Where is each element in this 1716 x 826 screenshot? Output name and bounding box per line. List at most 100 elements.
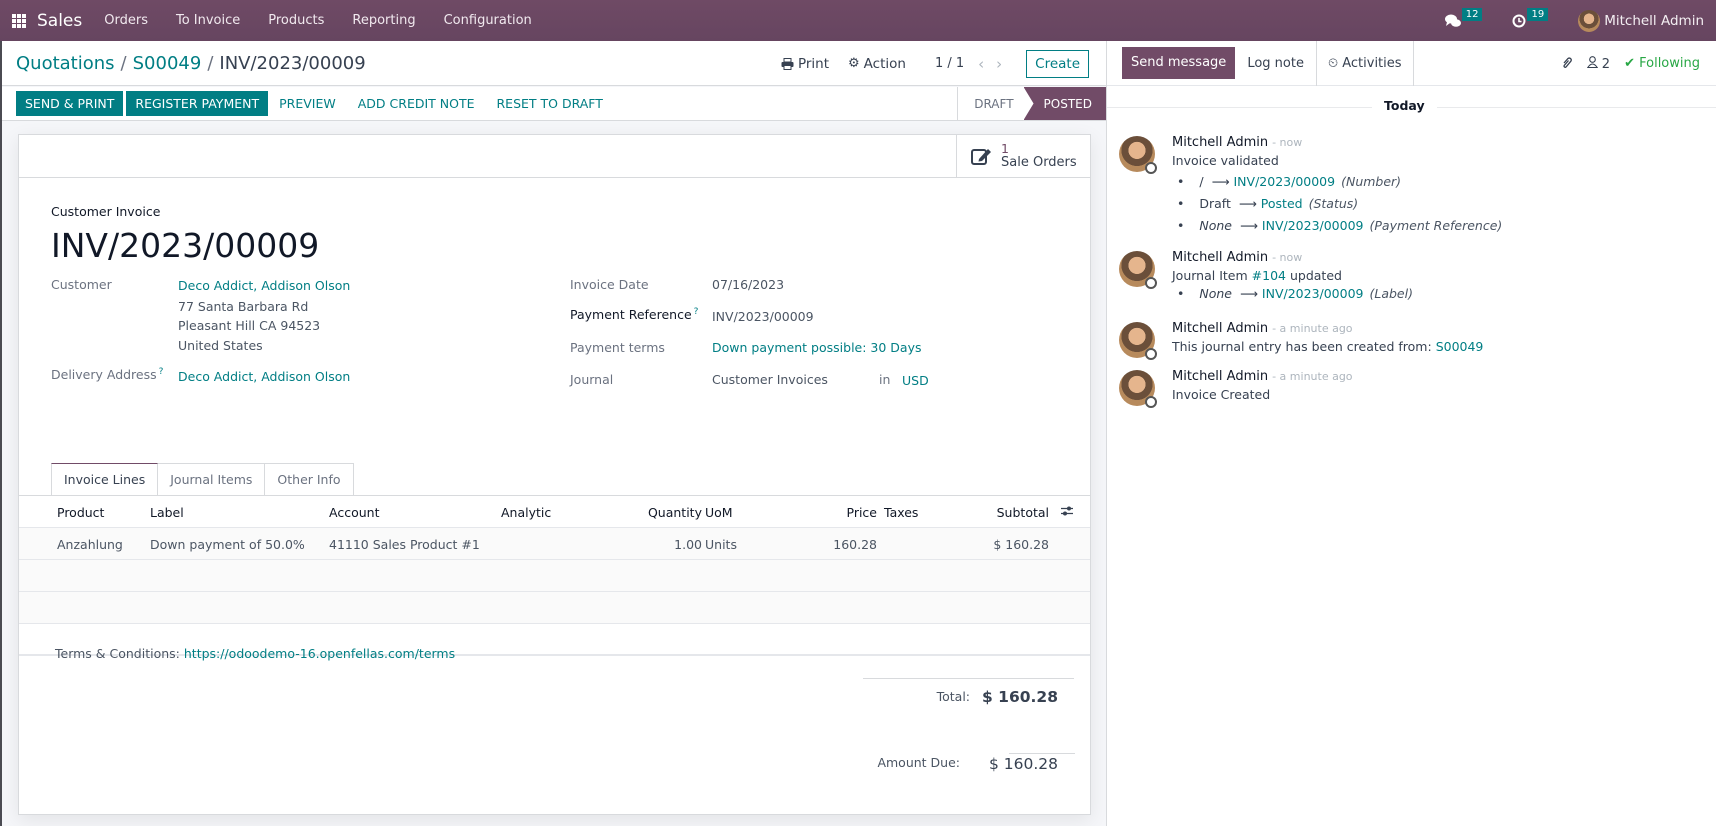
printer-icon — [781, 57, 794, 70]
help-tooltip-icon[interactable]: ? — [694, 307, 699, 317]
reset-to-draft-button[interactable]: RESET TO DRAFT — [485, 91, 613, 116]
pager-next-icon[interactable]: › — [996, 55, 1002, 73]
menu-configuration[interactable]: Configuration — [444, 13, 532, 28]
message-author[interactable]: Mitchell Admin — [1172, 135, 1268, 150]
col-uom[interactable]: UoM — [705, 505, 733, 520]
chat-bubbles-icon — [1444, 14, 1461, 27]
log-note-button[interactable]: Log note — [1235, 41, 1316, 86]
stage-posted[interactable]: POSTED — [1023, 87, 1106, 120]
send-print-button[interactable]: SEND & PRINT — [16, 91, 124, 116]
apps-grid-icon[interactable] — [12, 13, 26, 28]
message-text: Invoice validated — [1172, 153, 1279, 168]
action-label: Action — [863, 55, 906, 72]
activities-menu[interactable]: 19 — [1512, 8, 1549, 28]
arrow-right-icon: ⟶ — [1239, 286, 1258, 301]
menu-reporting[interactable]: Reporting — [352, 13, 415, 28]
print-label: Print — [797, 55, 830, 72]
col-quantity[interactable]: Quantity — [648, 505, 702, 520]
col-account[interactable]: Account — [329, 505, 379, 520]
message-date: - now — [1272, 251, 1303, 264]
tracking-item: Draft ⟶Posted (Status) — [1177, 193, 1502, 215]
author-avatar[interactable] — [1119, 370, 1157, 408]
menu-orders[interactable]: Orders — [104, 13, 148, 28]
menu-products[interactable]: Products — [268, 13, 324, 28]
tracking-item: None ⟶INV/2023/00009 (Label) — [1177, 283, 1413, 305]
pager-value[interactable]: 1 / 1 — [935, 56, 964, 71]
tracking-field-name: (Status) — [1308, 196, 1359, 211]
create-button[interactable]: Create — [1026, 49, 1089, 78]
clock-icon — [1512, 14, 1526, 27]
customer-field[interactable]: Deco Addict, Addison Olson — [178, 278, 350, 293]
following-button[interactable]: ✔ Following — [1624, 56, 1700, 71]
delivery-address-field[interactable]: Deco Addict, Addison Olson — [178, 369, 350, 384]
send-message-button[interactable]: Send message — [1122, 47, 1236, 79]
tracking-new-value: INV/2023/00009 — [1261, 286, 1364, 301]
pager-previous-icon[interactable]: ‹ — [978, 55, 984, 73]
invoice-sheet: 1 Sale Orders Customer Invoice INV/2023/… — [18, 134, 1091, 815]
col-product[interactable]: Product — [57, 505, 104, 520]
action-button[interactable]: ⚙ Action — [848, 56, 906, 72]
tab-invoice-lines[interactable]: Invoice Lines — [51, 463, 159, 497]
breadcrumb-separator: / — [207, 52, 214, 74]
author-avatar[interactable] — [1119, 251, 1157, 289]
col-analytic[interactable]: Analytic — [501, 505, 551, 520]
help-tooltip-icon[interactable]: ? — [159, 367, 164, 377]
gear-icon: ⚙ — [848, 56, 860, 71]
tab-journal-items[interactable]: Journal Items — [158, 463, 266, 496]
col-taxes[interactable]: Taxes — [884, 505, 918, 520]
currency-field[interactable]: USD — [902, 373, 929, 388]
invoice-date-field[interactable]: 07/16/2023 — [712, 277, 784, 292]
customer-label: Customer — [51, 277, 112, 292]
user-menu[interactable]: Mitchell Admin — [1578, 9, 1704, 32]
tracking-list: /⟶INV/2023/00009(Number) Draft⟶Posted(St… — [1177, 171, 1502, 237]
optional-columns-icon[interactable] — [1060, 505, 1074, 517]
arrow-right-icon: ⟶ — [1239, 218, 1258, 233]
activities-button[interactable]: ⏲ Activities — [1315, 40, 1414, 86]
payment-reference-field[interactable]: INV/2023/00009 — [712, 309, 814, 324]
author-avatar[interactable] — [1119, 322, 1157, 360]
tab-other-info[interactable]: Other Info — [265, 463, 354, 496]
app-name[interactable]: Sales — [37, 11, 82, 31]
tracking-new-value: INV/2023/00009 — [1261, 218, 1364, 233]
sale-order-link[interactable]: S00049 — [1436, 339, 1484, 354]
author-avatar[interactable] — [1119, 136, 1157, 174]
message-author[interactable]: Mitchell Admin — [1172, 369, 1268, 384]
menu-to-invoice[interactable]: To Invoice — [176, 13, 240, 28]
sale-orders-label: Sale Orders — [1001, 155, 1077, 170]
invoice-type: Customer Invoice — [51, 204, 161, 219]
journal-item-link[interactable]: #104 — [1252, 268, 1286, 283]
paperclip-icon[interactable] — [1561, 56, 1573, 71]
user-icon — [1586, 55, 1598, 68]
followers-count: 2 — [1601, 56, 1611, 72]
breadcrumb-sale-order[interactable]: S00049 — [133, 53, 202, 74]
breadcrumb-quotations[interactable]: Quotations — [16, 53, 115, 74]
add-credit-note-button[interactable]: ADD CREDIT NOTE — [347, 91, 486, 116]
button-box: 1 Sale Orders — [19, 135, 1090, 178]
preview-button[interactable]: PREVIEW — [268, 91, 347, 116]
status-bar: SEND & PRINT REGISTER PAYMENT PREVIEW AD… — [2, 87, 1106, 121]
register-payment-button[interactable]: REGISTER PAYMENT — [126, 91, 269, 116]
col-price[interactable]: Price — [847, 505, 878, 520]
tracking-old-value: None — [1199, 218, 1232, 233]
messages-menu[interactable]: 12 — [1444, 8, 1483, 28]
journal-field[interactable]: Customer Invoices — [712, 372, 828, 387]
invoice-lines-table: Product Label Account Analytic Quantity … — [19, 496, 1090, 656]
tracking-item: / ⟶INV/2023/00009 (Number) — [1177, 171, 1502, 193]
message-author[interactable]: Mitchell Admin — [1172, 250, 1268, 265]
col-label[interactable]: Label — [150, 505, 184, 520]
sale-orders-smart-button[interactable]: 1 Sale Orders — [956, 135, 1090, 177]
total-label: Total: — [936, 689, 970, 704]
followers-button[interactable]: 2 — [1586, 55, 1611, 72]
message-date: - a minute ago — [1272, 370, 1353, 383]
print-button[interactable]: Print — [781, 56, 829, 72]
breadcrumb: Quotations / S00049 / INV/2023/00009 — [16, 53, 366, 74]
arrow-right-icon: ⟶ — [1211, 174, 1230, 189]
table-empty-row — [19, 592, 1090, 624]
table-row[interactable]: Anzahlung Down payment of 50.0% 41110 Sa… — [19, 528, 1090, 560]
terms-link[interactable]: https://odoodemo-16.openfellas.com/terms — [184, 646, 455, 661]
message-author[interactable]: Mitchell Admin — [1172, 321, 1268, 336]
payment-terms-field[interactable]: Down payment possible: 30 Days — [712, 340, 922, 355]
col-subtotal[interactable]: Subtotal — [997, 505, 1049, 520]
stage-draft[interactable]: DRAFT — [958, 87, 1029, 120]
user-name: Mitchell Admin — [1604, 12, 1704, 29]
